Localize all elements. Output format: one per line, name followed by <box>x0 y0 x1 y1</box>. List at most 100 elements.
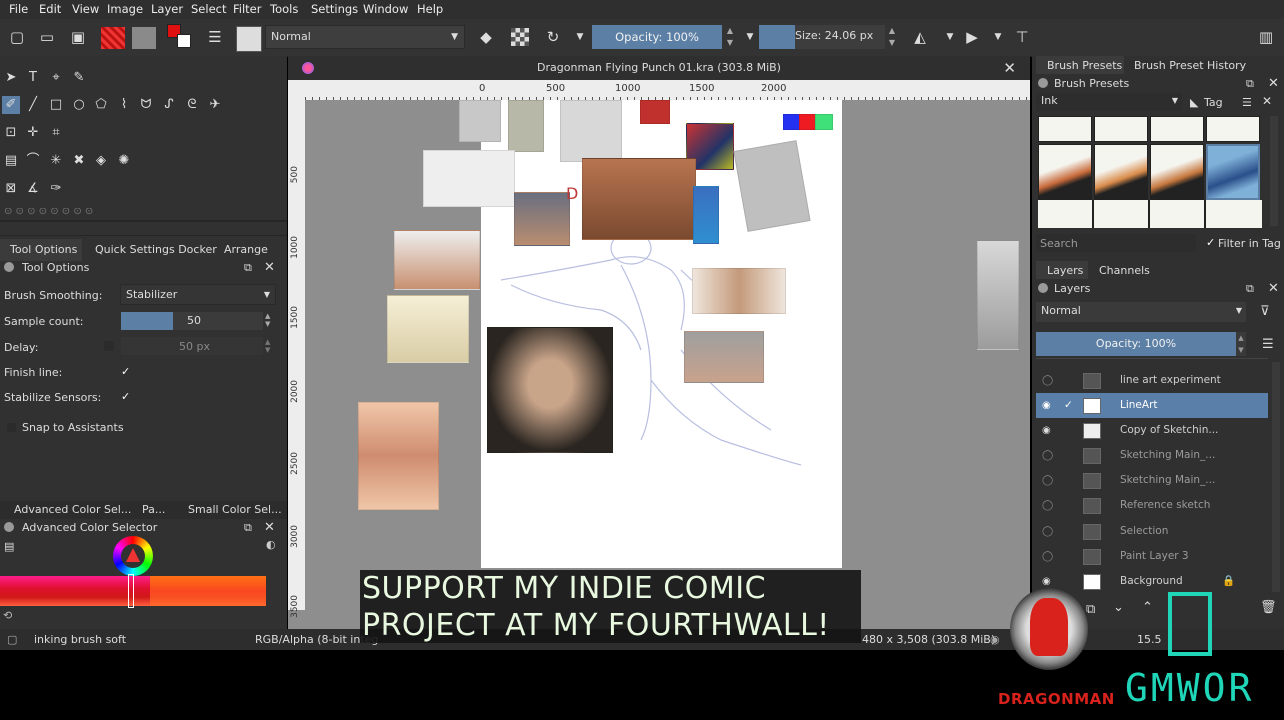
brush-preset[interactable] <box>1094 116 1148 142</box>
assistant-tool-icon[interactable]: ⊠ <box>2 180 20 198</box>
tab-advanced-color-selector[interactable]: Advanced Color Sel... <box>14 503 131 516</box>
reference-image-punching[interactable] <box>684 331 764 383</box>
visibility-off-icon[interactable]: ◯ <box>1042 493 1054 511</box>
text-tool-icon[interactable]: T <box>24 69 42 87</box>
chevron-down-icon[interactable]: ▼ <box>740 27 760 47</box>
panel-menu-icon[interactable] <box>1038 78 1048 88</box>
dynamic-brush-icon[interactable]: ᘓ <box>183 96 201 114</box>
measure-tool-icon[interactable]: ∡ <box>24 180 42 198</box>
menu-view[interactable]: View <box>72 2 99 16</box>
list-view-icon[interactable]: ☰ <box>1242 96 1252 109</box>
brush-preset[interactable] <box>1038 144 1092 200</box>
pattern-swatch[interactable] <box>132 27 156 49</box>
visibility-on-icon[interactable]: ◉ <box>1042 569 1054 587</box>
close-icon[interactable]: ✕ <box>264 260 275 275</box>
brush-smoothing-select[interactable]: Stabilizer ▼ <box>120 284 276 305</box>
brush-preset[interactable] <box>1206 116 1260 142</box>
freehand-path-icon[interactable]: ᔑ <box>160 96 178 114</box>
layer-row[interactable]: ◯ line art experiment <box>1036 368 1268 393</box>
brush-preset-selected[interactable] <box>1206 144 1260 200</box>
menu-settings[interactable]: Settings <box>311 2 358 16</box>
menu-edit[interactable]: Edit <box>39 2 61 16</box>
reference-image[interactable] <box>640 100 670 124</box>
delete-layer-icon[interactable]: 🗑 <box>1260 600 1277 615</box>
move-layer-up-icon[interactable]: ⌃ <box>1142 600 1153 615</box>
workspace-icon[interactable]: ▥ <box>1256 27 1276 47</box>
size-slider[interactable]: Size: 24.06 px <box>795 25 885 49</box>
select-shapes-icon[interactable]: ➤ <box>2 69 20 87</box>
brush-tag-select[interactable]: Ink ▼ <box>1036 93 1182 111</box>
layer-row[interactable]: ◯ Reference sketch <box>1036 493 1268 518</box>
visibility-on-icon[interactable]: ◉ <box>1042 393 1054 411</box>
background-color-swatch[interactable] <box>177 34 191 48</box>
new-document-icon[interactable]: ▢ <box>7 27 27 47</box>
reference-image-flex[interactable] <box>394 230 480 290</box>
menu-select[interactable]: Select <box>191 2 226 16</box>
brush-preset[interactable] <box>1150 144 1204 200</box>
panel-menu-icon[interactable] <box>4 522 14 532</box>
multibrush-icon[interactable]: ✈ <box>206 96 224 114</box>
reference-image-bodybuilder[interactable] <box>487 327 613 453</box>
gradient-tool-icon[interactable]: ▤ <box>2 152 20 170</box>
snap-to-assistants-checkbox[interactable] <box>7 423 16 432</box>
layers-scrollbar[interactable] <box>1272 362 1280 592</box>
float-panel-icon[interactable]: ⧉ <box>244 261 252 275</box>
menu-layer[interactable]: Layer <box>151 2 183 16</box>
chevron-down-icon[interactable]: ▼ <box>940 27 960 47</box>
visibility-on-icon[interactable]: ◉ <box>1042 418 1054 436</box>
lock-icon[interactable]: 🔒 <box>1222 569 1235 594</box>
menu-help[interactable]: Help <box>417 2 443 16</box>
color-picker-icon[interactable]: ⌒ <box>24 152 42 170</box>
mirror-vertical-icon[interactable]: ▶ <box>962 27 982 47</box>
polygon-tool-icon[interactable]: ⬠ <box>92 96 110 114</box>
reference-image-muscle-man[interactable] <box>582 158 696 240</box>
opacity-slider[interactable]: Opacity: 100% <box>592 25 722 49</box>
color-reset-icon[interactable]: ⟲ <box>3 609 12 622</box>
tag-icon[interactable]: ◣ <box>1190 96 1198 109</box>
opacity-spinner[interactable]: ▲ ▼ <box>724 25 736 49</box>
panel-menu-icon[interactable] <box>1038 283 1048 293</box>
visibility-off-icon[interactable]: ◯ <box>1042 468 1054 486</box>
reference-image-punch-sketch[interactable] <box>387 295 469 363</box>
tag-label[interactable]: Tag <box>1204 96 1223 109</box>
brush-scrollbar[interactable] <box>1270 116 1278 226</box>
float-panel-icon[interactable]: ⧉ <box>1246 77 1254 91</box>
smart-patch-icon[interactable]: ✳ <box>47 152 65 170</box>
reference-image[interactable] <box>508 100 544 152</box>
add-layer-icon[interactable]: ⧉ <box>1086 602 1095 617</box>
pattern-edit-icon[interactable]: ✺ <box>115 152 133 170</box>
reference-image[interactable] <box>459 100 501 142</box>
stabilize-sensors-checkbox[interactable]: ✓ <box>121 390 130 403</box>
menu-image[interactable]: Image <box>107 2 143 16</box>
color-history-icon[interactable]: ◐ <box>266 538 276 551</box>
ellipse-tool-icon[interactable]: ○ <box>70 96 88 114</box>
visibility-off-icon[interactable]: ◯ <box>1042 519 1054 537</box>
rectangle-tool-icon[interactable]: □ <box>47 96 65 114</box>
tab-palette[interactable]: Pa... <box>142 503 165 516</box>
tab-arrange[interactable]: Arrange <box>224 243 268 256</box>
filter-icon[interactable]: ⊽ <box>1260 304 1270 319</box>
transform-icon[interactable]: ⌗ <box>47 124 65 142</box>
sample-count-spinner[interactable]: ▲ ▼ <box>265 312 270 328</box>
reference-tool-icon[interactable]: ✑ <box>47 180 65 198</box>
reload-preset-icon[interactable]: ↻ <box>543 27 563 47</box>
reference-image-side[interactable] <box>977 240 1019 350</box>
move-tool-icon[interactable]: ✛ <box>24 124 42 142</box>
brush-preset[interactable] <box>1150 116 1204 142</box>
reference-image-blue[interactable] <box>693 186 719 244</box>
reference-image-batman[interactable] <box>423 150 515 207</box>
tab-brush-preset-history[interactable]: Brush Preset History <box>1134 59 1246 72</box>
reference-image[interactable] <box>560 100 622 162</box>
layer-row[interactable]: ◯ Sketching Main_... <box>1036 443 1268 468</box>
close-icon[interactable]: ✕ <box>1262 94 1272 108</box>
tab-channels[interactable]: Channels <box>1099 264 1150 277</box>
color-selector-settings-icon[interactable]: ▤ <box>4 540 14 553</box>
wrap-around-icon[interactable]: ⊤ <box>1012 27 1032 47</box>
gradient-swatch[interactable] <box>101 27 125 49</box>
delay-checkbox[interactable] <box>104 341 114 351</box>
save-icon[interactable]: ▣ <box>68 27 88 47</box>
chevron-down-icon[interactable]: ▼ <box>570 27 590 47</box>
visibility-off-icon[interactable]: ◯ <box>1042 443 1054 461</box>
edit-shapes-icon[interactable]: ⌖ <box>47 69 65 87</box>
bezier-tool-icon[interactable]: ᗢ <box>137 96 155 114</box>
